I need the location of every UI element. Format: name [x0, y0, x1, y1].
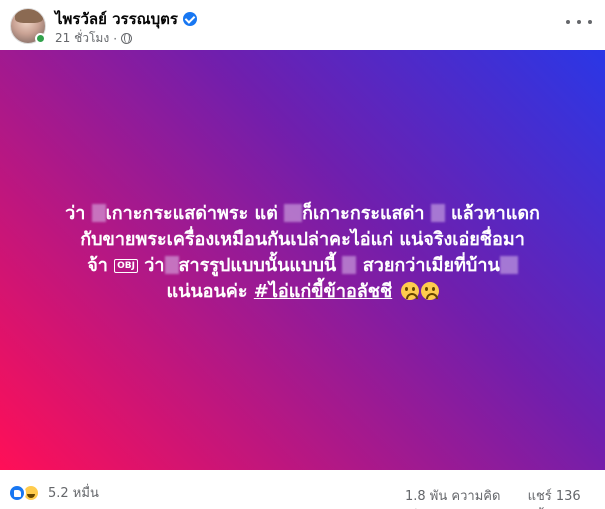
- reactions-summary[interactable]: 5.2 หมื่น: [8, 482, 99, 503]
- more-options-button[interactable]: [566, 14, 592, 30]
- post-header: ไพรวัลย์ วรรณบุตร 21 ชั่วโมง ·: [0, 0, 605, 50]
- object-placeholder-icon: OBJ: [114, 259, 138, 273]
- post-footer: 5.2 หมื่น 1.8 พัน ความคิดเห็น แชร์ 136 ค…: [0, 478, 605, 508]
- reaction-count[interactable]: 5.2 หมื่น: [48, 482, 99, 503]
- engagement-counts: 1.8 พัน ความคิดเห็น แชร์ 136 ครั้ง: [405, 485, 605, 509]
- post-text: ว่า เกาะกระแสด่าพระ แต่ ก็เกาะกระแสด่า แ…: [16, 201, 589, 305]
- redacted-word: [91, 204, 106, 222]
- redacted-word: [342, 256, 357, 274]
- verified-icon: [182, 12, 197, 26]
- post-background: ว่า เกาะกระแสด่าพระ แต่ ก็เกาะกระแสด่า แ…: [0, 50, 605, 470]
- post-line-3: จ้า OBJ ว่า สารรูปแบบนั้นแบบนี้ สวยกว่าเม…: [16, 253, 589, 279]
- redacted-word: [164, 256, 179, 274]
- redacted-word: [284, 204, 303, 222]
- dot-icon: [588, 20, 592, 24]
- hashtag-link[interactable]: #ไอ่แก่ขี้ข้าอลัชชี: [254, 281, 392, 302]
- worried-face-icon: [420, 282, 439, 300]
- share-count[interactable]: แชร์ 136 ครั้ง: [528, 485, 605, 509]
- comment-count[interactable]: 1.8 พัน ความคิดเห็น: [405, 485, 520, 509]
- post-time[interactable]: 21 ชั่วโมง: [55, 29, 109, 48]
- redacted-word: [430, 204, 445, 222]
- globe-icon: [121, 33, 133, 44]
- post-line-2: กับขายพระเครื่องเหมือนกันเปล่าคะไอ่แก่ แ…: [80, 229, 525, 250]
- dot-icon: [577, 20, 581, 24]
- post-meta: 21 ชั่วโมง ·: [55, 29, 133, 48]
- online-status-dot: [35, 33, 46, 44]
- worried-face-icon: [400, 282, 419, 300]
- post-line-1: ว่า เกาะกระแสด่าพระ แต่ ก็เกาะกระแสด่า แ…: [65, 203, 540, 224]
- author-name[interactable]: ไพรวัลย์ วรรณบุตร: [55, 7, 178, 31]
- dot-icon: [566, 20, 570, 24]
- like-reaction-icon: [8, 483, 26, 502]
- author-name-row: ไพรวัลย์ วรรณบุตร: [55, 7, 197, 31]
- post-line-4: แน่นอนค่ะ #ไอ่แก่ขี้ข้าอลัชชี: [16, 279, 589, 305]
- redacted-word: [499, 256, 518, 274]
